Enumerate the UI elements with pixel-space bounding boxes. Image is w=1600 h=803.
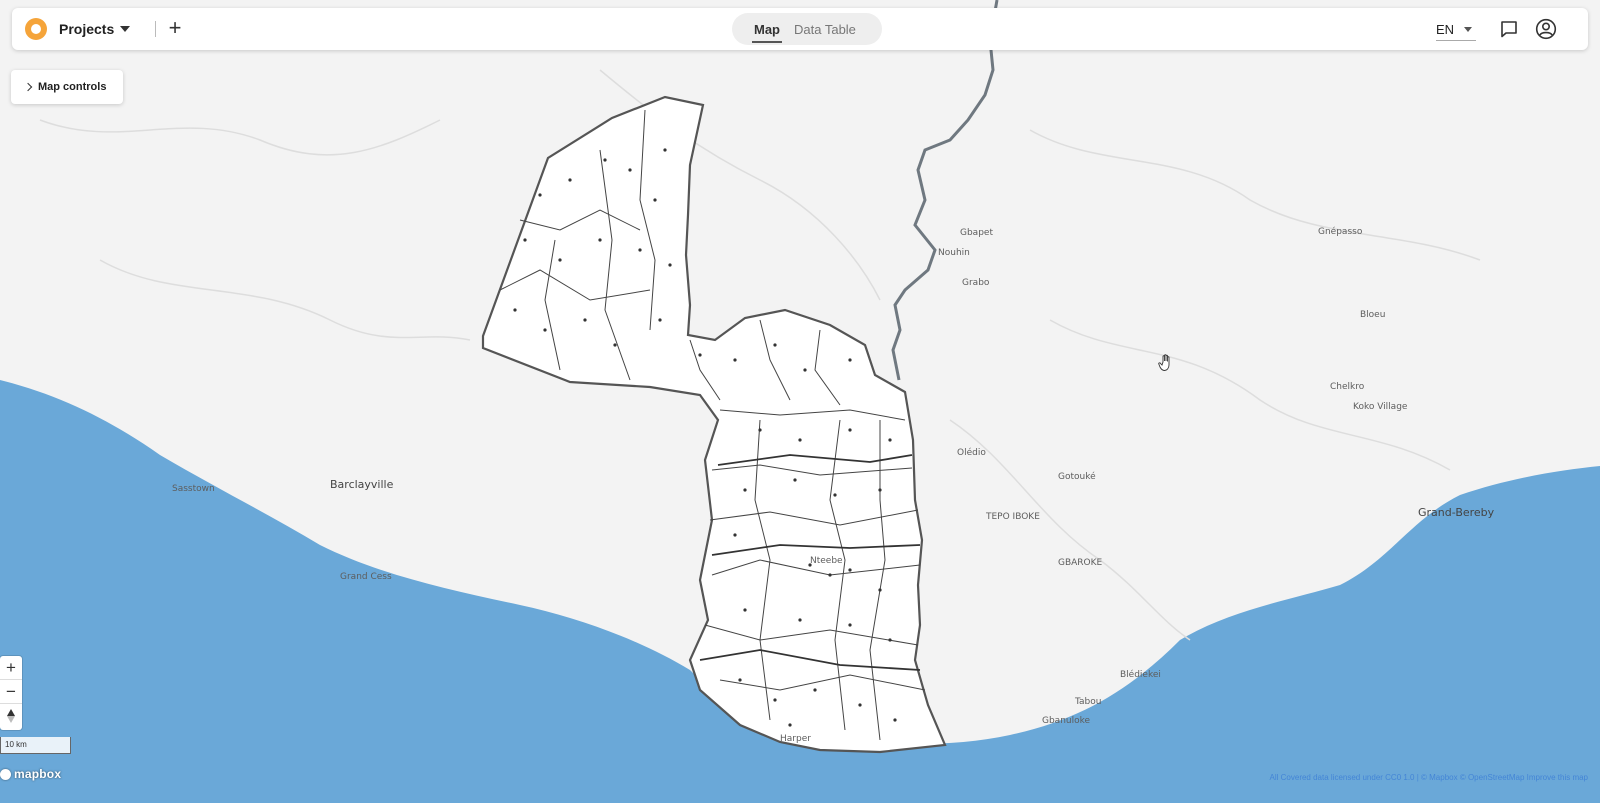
map-controls-label: Map controls <box>38 81 107 93</box>
place-label: Koko Village <box>1353 402 1408 412</box>
user-account-icon[interactable] <box>1535 18 1557 40</box>
place-label: Blédiekei <box>1120 670 1161 680</box>
place-label: Harper <box>780 734 811 744</box>
place-label: Grand Cess <box>340 572 392 582</box>
place-label: Gnépasso <box>1318 227 1363 237</box>
place-label: Barclayville <box>330 478 394 491</box>
reset-bearing-button[interactable] <box>0 704 22 728</box>
chevron-right-icon <box>23 82 33 92</box>
language-value: EN <box>1436 21 1455 37</box>
hand-cursor-icon <box>1158 354 1170 371</box>
place-label: Tabou <box>1075 697 1102 707</box>
map-attribution[interactable]: All Covered data licensed under CC0 1.0 … <box>1270 773 1588 782</box>
language-select[interactable]: EN <box>1436 18 1476 41</box>
app-logo-icon[interactable] <box>25 18 47 40</box>
place-label: Gotouké <box>1058 472 1096 482</box>
compass-icon <box>7 709 15 723</box>
place-label: Grand-Bereby <box>1418 506 1495 519</box>
divider <box>155 21 156 37</box>
international-border <box>891 0 999 381</box>
place-label: Olédio <box>957 448 986 458</box>
tab-data-table[interactable]: Data Table <box>794 22 856 37</box>
zoom-in-button[interactable]: + <box>0 656 22 680</box>
place-label: GBAROKE <box>1058 558 1103 568</box>
projects-label: Projects <box>59 21 115 37</box>
map-canvas[interactable]: Gbapet Nouhin Grabo Gnépasso Bloeu Chelk… <box>0 0 1600 803</box>
zoom-out-button[interactable]: − <box>0 680 22 704</box>
place-label: Bloeu <box>1360 310 1386 320</box>
place-label: TEPO IBOKE <box>986 512 1040 522</box>
place-label: Gbanuloke <box>1042 716 1091 726</box>
map-controls-toggle[interactable]: Map controls <box>11 70 123 104</box>
chat-icon[interactable] <box>1499 19 1519 39</box>
place-label: Chelkro <box>1330 382 1365 392</box>
mapbox-logo[interactable]: mapbox <box>0 766 61 782</box>
place-label: Nteebe <box>810 556 843 566</box>
zoom-controls: + − <box>0 656 22 730</box>
mapbox-logo-icon <box>0 768 11 780</box>
mapbox-logo-text: mapbox <box>14 767 62 781</box>
view-switcher: Map Data Table <box>732 13 882 45</box>
add-project-button[interactable]: + <box>164 16 186 42</box>
projects-menu-button[interactable]: Projects <box>59 19 131 39</box>
place-label: Nouhin <box>938 248 970 258</box>
place-label: Sasstown <box>172 484 215 494</box>
chevron-down-icon <box>120 26 131 32</box>
place-label: Grabo <box>962 278 990 288</box>
top-navigation-bar: Projects + Map Data Table EN <box>12 8 1588 50</box>
place-label: Gbapet <box>960 228 993 238</box>
chevron-down-icon <box>1464 26 1473 32</box>
scale-bar: 10 km <box>0 737 71 754</box>
tab-map[interactable]: Map <box>752 22 782 43</box>
